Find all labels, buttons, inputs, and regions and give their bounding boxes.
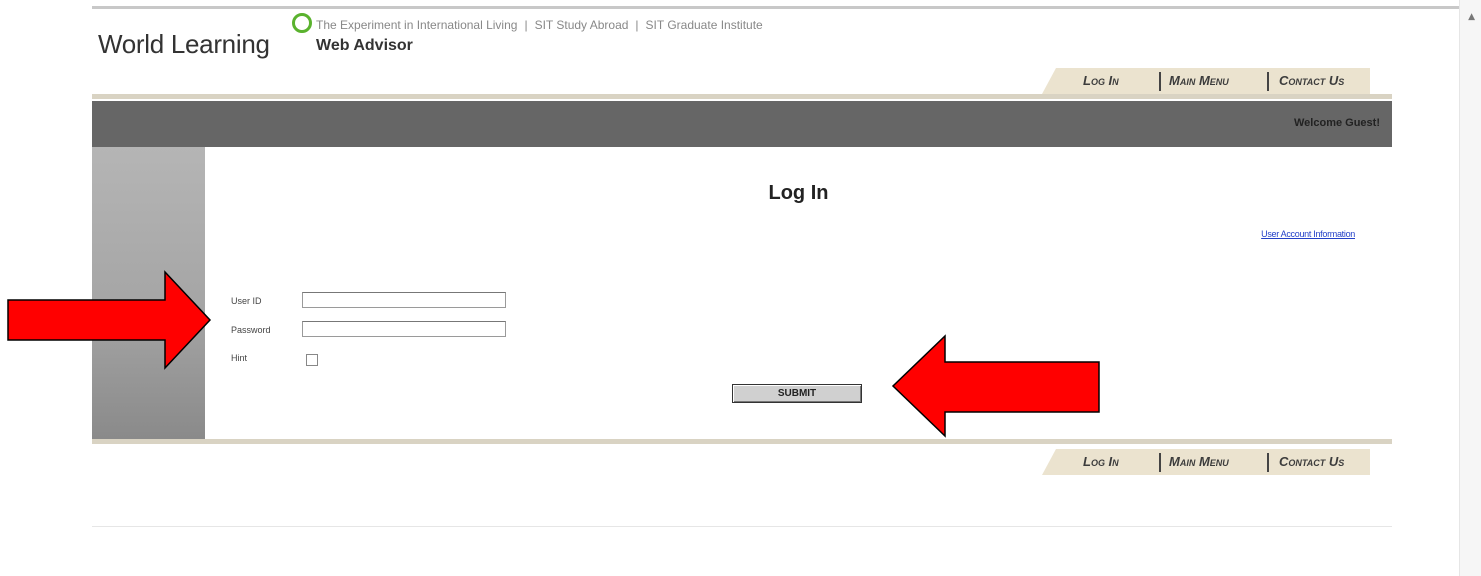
app-name: Web Advisor <box>316 37 413 54</box>
affiliate-links: The Experiment in International Living | S… <box>316 18 763 32</box>
affiliate-link-sit-study-abroad[interactable]: SIT Study Abroad <box>535 18 629 32</box>
welcome-banner: Welcome Guest! <box>92 101 1392 147</box>
world-learning-logo: World Learning <box>98 29 270 59</box>
nav-divider <box>1267 453 1269 472</box>
top-nav: Log In Main Menu Contact Us <box>1042 68 1370 94</box>
bottom-nav: Log In Main Menu Contact Us <box>1042 449 1370 475</box>
green-ring-logo-icon <box>292 13 312 33</box>
nav-divider <box>1159 72 1161 91</box>
nav-contact-us[interactable]: Contact Us <box>1279 454 1344 469</box>
separator: | <box>524 18 528 32</box>
separator: | <box>635 18 639 32</box>
user-account-info-link[interactable]: User Account Information <box>1261 229 1355 239</box>
red-arrow-left-icon <box>891 334 1100 438</box>
footer-band <box>92 439 1392 444</box>
nav-divider <box>1159 453 1161 472</box>
nav-divider <box>1267 72 1269 91</box>
scroll-up-icon[interactable]: ▲ <box>1468 12 1475 22</box>
affiliate-link-sit-graduate[interactable]: SIT Graduate Institute <box>646 18 763 32</box>
login-panel: Log In User Account Information User ID … <box>205 147 1392 439</box>
arrow-shape <box>891 334 1100 438</box>
hint-label: Hint <box>231 353 248 363</box>
vertical-scrollbar[interactable]: ▲ <box>1459 0 1481 576</box>
userid-input[interactable] <box>302 292 506 308</box>
top-rule <box>92 6 1460 9</box>
nav-main-menu[interactable]: Main Menu <box>1169 454 1229 469</box>
nav-log-in[interactable]: Log In <box>1083 454 1119 469</box>
password-input[interactable] <box>302 321 506 337</box>
affiliate-link-experiment[interactable]: The Experiment in International Living <box>316 18 517 32</box>
footer-rule <box>92 526 1392 527</box>
submit-button[interactable]: SUBMIT <box>732 384 862 403</box>
nav-log-in[interactable]: Log In <box>1083 73 1119 88</box>
red-arrow-right-icon <box>7 270 212 370</box>
nav-contact-us[interactable]: Contact Us <box>1279 73 1344 88</box>
password-label: Password <box>231 325 271 335</box>
userid-label: User ID <box>231 296 262 306</box>
page-title: Log In <box>768 182 829 204</box>
nav-main-menu[interactable]: Main Menu <box>1169 73 1229 88</box>
hint-checkbox[interactable] <box>306 354 318 366</box>
welcome-text: Welcome Guest! <box>1294 117 1380 129</box>
header-band <box>92 94 1392 99</box>
arrow-shape <box>7 270 212 370</box>
